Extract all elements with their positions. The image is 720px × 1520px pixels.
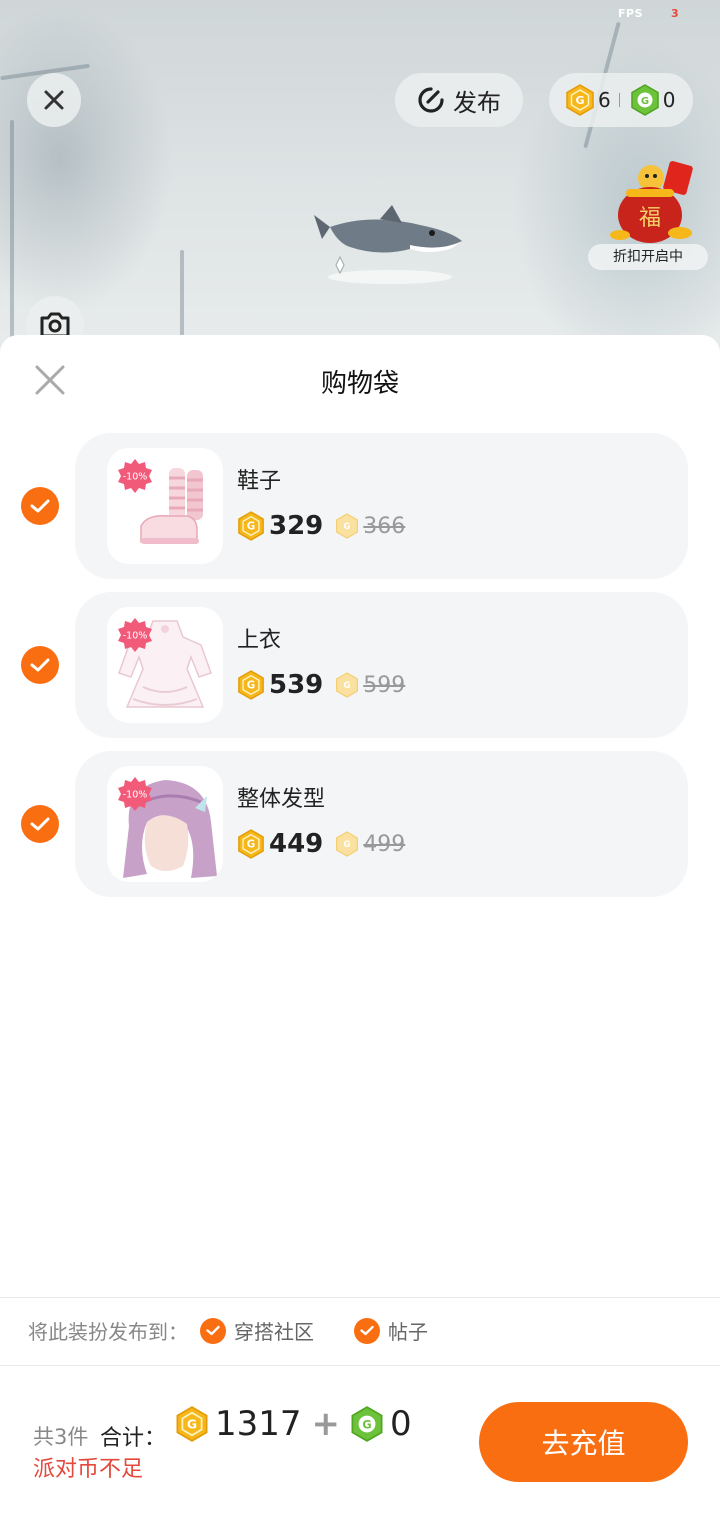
green-coin-icon: G — [630, 84, 660, 116]
insufficient-funds-warning: 派对币不足 — [33, 1457, 144, 1482]
gold-coin-icon: G — [176, 1406, 208, 1442]
item-current-price: 539 — [269, 670, 324, 700]
gold-coin-icon: G — [238, 511, 264, 541]
divider — [0, 1297, 720, 1298]
item-price: G 449 G 499 — [237, 829, 405, 859]
checkmark-icon — [200, 1317, 226, 1344]
close-icon — [44, 90, 64, 110]
svg-text:G: G — [344, 522, 351, 532]
svg-text:G: G — [362, 1419, 371, 1432]
svg-text:福: 福 — [639, 206, 661, 231]
green-coin-icon: G — [351, 1406, 383, 1442]
svg-text:G: G — [344, 840, 351, 850]
publish-icon — [418, 87, 444, 113]
plus-sign: + — [311, 1404, 341, 1444]
item-name: 上衣 — [237, 628, 282, 653]
currency-balance[interactable]: G 6 G 0 — [549, 73, 693, 127]
cart-item-shoes[interactable]: -10% 鞋子 G 329 G 366 — [75, 433, 688, 579]
recharge-button[interactable]: 去充值 — [479, 1402, 688, 1482]
fps-label: FPS — [618, 7, 643, 20]
svg-text:G: G — [575, 94, 584, 107]
scene-branch — [180, 250, 184, 340]
item-name: 整体发型 — [237, 787, 326, 812]
item-checkbox-top[interactable] — [21, 646, 59, 684]
publish-to-row: 将此装扮发布到： 穿搭社区 帖子 — [28, 1316, 428, 1345]
publish-option-label: 穿搭社区 — [234, 1320, 314, 1344]
item-thumbnail: -10% — [107, 766, 223, 882]
item-checkbox-hairstyle[interactable] — [21, 805, 59, 843]
item-price: G 539 G 599 — [237, 670, 405, 700]
gold-balance: 6 — [598, 88, 611, 112]
publish-to-label: 将此装扮发布到： — [28, 1320, 188, 1344]
discount-label: -10% — [123, 790, 148, 801]
item-checkbox-shoes[interactable] — [21, 487, 59, 525]
item-name: 鞋子 — [237, 469, 282, 494]
svg-text:G: G — [247, 839, 255, 851]
currency-divider — [618, 93, 620, 107]
gold-coin-faded-icon: G — [336, 831, 359, 857]
publish-label: 发布 — [453, 88, 501, 117]
discount-label: -10% — [123, 631, 148, 642]
checkmark-icon — [30, 658, 50, 672]
item-thumbnail: -10% — [107, 448, 223, 564]
avatar-scene: FPS 3 发布 G 6 G 0 福 折扣开启中 — [0, 0, 720, 360]
discount-event-banner[interactable]: 福 折扣开启中 — [588, 155, 708, 270]
discount-badge: -10% — [118, 618, 152, 652]
svg-text:G: G — [187, 1418, 197, 1432]
lucky-bag-icon: 福 — [610, 161, 693, 243]
gold-coin-faded-icon: G — [336, 513, 359, 539]
discount-label: -10% — [123, 472, 148, 483]
fps-value: 3 — [671, 7, 679, 20]
shark-decoration — [310, 205, 470, 289]
svg-text:G: G — [247, 680, 255, 692]
svg-text:G: G — [344, 681, 351, 691]
discount-event-label: 折扣开启中 — [588, 244, 708, 270]
close-scene-button[interactable] — [27, 73, 81, 127]
checkmark-icon — [30, 817, 50, 831]
item-price: G 329 G 366 — [237, 511, 405, 541]
gold-coin-icon: G — [238, 829, 264, 859]
item-original-price: 499 — [363, 831, 406, 857]
cart-item-hairstyle[interactable]: -10% 整体发型 G 449 G 499 — [75, 751, 688, 897]
green-balance: 0 — [662, 88, 676, 112]
item-current-price: 329 — [269, 511, 324, 541]
gold-coin-icon: G — [238, 670, 264, 700]
publish-button[interactable]: 发布 — [395, 73, 523, 127]
svg-text:G: G — [247, 521, 255, 533]
item-original-price: 366 — [363, 513, 406, 539]
gold-total: 1317 — [215, 1404, 302, 1444]
divider — [0, 1365, 720, 1366]
sheet-title: 购物袋 — [320, 369, 399, 399]
discount-badge: -10% — [118, 459, 152, 493]
gold-coin-faded-icon: G — [336, 672, 359, 698]
item-count: 共3件 — [33, 1425, 89, 1449]
gold-coin-icon: G — [565, 84, 595, 116]
publish-option-label: 帖子 — [388, 1320, 428, 1344]
publish-option-post[interactable]: 帖子 — [354, 1316, 428, 1345]
cart-item-top[interactable]: -10% 上衣 G 539 G 599 — [75, 592, 688, 738]
discount-badge: -10% — [118, 777, 152, 811]
checkmark-icon — [30, 499, 50, 513]
total-amount: G 1317 + G 0 — [175, 1404, 412, 1444]
green-total: 0 — [390, 1404, 412, 1444]
total-label: 合计： — [100, 1426, 167, 1451]
item-original-price: 599 — [363, 672, 406, 698]
item-current-price: 449 — [269, 829, 324, 859]
publish-option-community[interactable]: 穿搭社区 — [200, 1316, 314, 1345]
scene-branch — [10, 120, 14, 340]
checkmark-icon — [354, 1317, 380, 1344]
item-thumbnail: -10% — [107, 607, 223, 723]
svg-text:G: G — [641, 96, 649, 107]
